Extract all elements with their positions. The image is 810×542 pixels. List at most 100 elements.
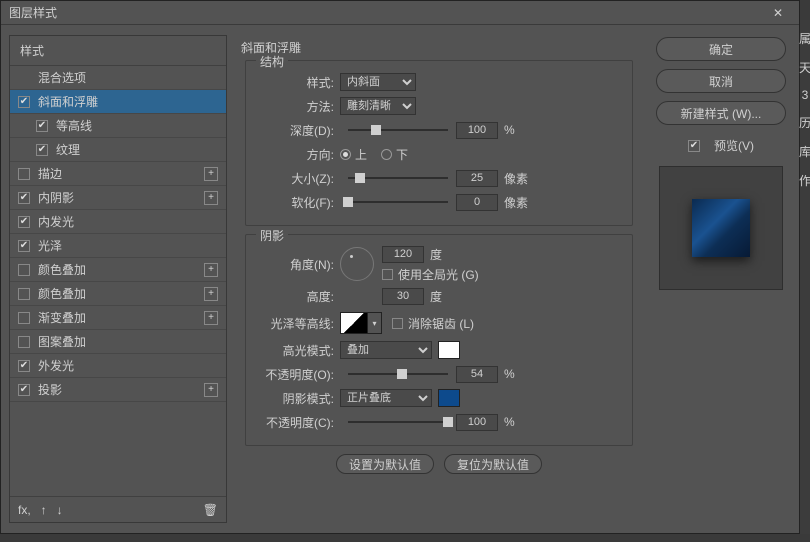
sidebar-checkbox-8[interactable] xyxy=(18,264,30,276)
angle-label: 角度(N): xyxy=(256,256,334,273)
close-button[interactable]: ✕ xyxy=(765,4,791,22)
dialog-title: 图层样式 xyxy=(9,4,765,21)
highlight-opacity-input[interactable] xyxy=(456,366,498,383)
sidebar-checkbox-10[interactable] xyxy=(18,312,30,324)
sidebar-item-2[interactable]: 等高线 xyxy=(10,114,226,138)
settings-panel: 斜面和浮雕 结构 样式: 内斜面 方法: 雕刻清晰 深度(D): % xyxy=(235,35,643,523)
global-light-checkbox[interactable] xyxy=(382,269,393,280)
sidebar-checkbox-7[interactable] xyxy=(18,240,30,252)
sidebar-label-2: 等高线 xyxy=(56,117,92,134)
method-select[interactable]: 雕刻清晰 xyxy=(340,97,416,115)
altitude-label: 高度: xyxy=(256,288,334,305)
sidebar-checkbox-11[interactable] xyxy=(18,336,30,348)
sidebar-label-11: 图案叠加 xyxy=(38,333,86,350)
size-unit: 像素 xyxy=(504,170,528,187)
sidebar-header: 样式 xyxy=(10,36,226,66)
ok-button[interactable]: 确定 xyxy=(656,37,786,61)
direction-down-label: 下 xyxy=(396,146,408,163)
sidebar-item-10[interactable]: 渐变叠加+ xyxy=(10,306,226,330)
sidebar-item-7[interactable]: 光泽 xyxy=(10,234,226,258)
sidebar-checkbox-2[interactable] xyxy=(36,120,48,132)
direction-up-label: 上 xyxy=(355,146,367,163)
shadow-opacity-unit: % xyxy=(504,415,515,429)
sidebar-item-3[interactable]: 纹理 xyxy=(10,138,226,162)
preview-thumbnail xyxy=(692,199,750,257)
sidebar-item-4[interactable]: 描边 + xyxy=(10,162,226,186)
sidebar-checkbox-9[interactable] xyxy=(18,288,30,300)
sidebar-checkbox-5[interactable] xyxy=(18,192,30,204)
sidebar-item-11[interactable]: 图案叠加 xyxy=(10,330,226,354)
cancel-button[interactable]: 取消 xyxy=(656,69,786,93)
sidebar-checkbox-4[interactable] xyxy=(18,168,30,180)
antialias-checkbox[interactable] xyxy=(392,318,403,329)
move-down-icon[interactable]: ↓ xyxy=(57,503,63,517)
angle-widget[interactable] xyxy=(340,247,374,281)
size-input[interactable] xyxy=(456,170,498,187)
sidebar-label-13: 投影 xyxy=(38,381,62,398)
sidebar-checkbox-6[interactable] xyxy=(18,216,30,228)
depth-input[interactable] xyxy=(456,122,498,139)
sidebar-checkbox-12[interactable] xyxy=(18,360,30,372)
sidebar-label-5: 内阴影 xyxy=(38,189,74,206)
move-up-icon[interactable]: ↑ xyxy=(41,503,47,517)
shadow-mode-label: 阴影模式: xyxy=(256,390,334,407)
trash-icon[interactable]: 🗑 xyxy=(203,503,218,517)
make-default-button[interactable]: 设置为默认值 xyxy=(336,454,434,474)
sidebar-item-5[interactable]: 内阴影 + xyxy=(10,186,226,210)
sidebar-label-3: 纹理 xyxy=(56,141,80,158)
reset-default-button[interactable]: 复位为默认值 xyxy=(444,454,542,474)
add-effect-icon[interactable]: + xyxy=(204,167,218,181)
shadow-opacity-label: 不透明度(C): xyxy=(256,414,334,431)
antialias-label: 消除锯齿 (L) xyxy=(408,315,474,332)
sidebar-item-9[interactable]: 颜色叠加+ xyxy=(10,282,226,306)
size-slider[interactable] xyxy=(348,177,448,179)
preview-checkbox[interactable] xyxy=(688,140,700,152)
shadow-color-swatch[interactable] xyxy=(438,389,460,407)
sidebar-checkbox-1[interactable] xyxy=(18,96,30,108)
shadow-mode-select[interactable]: 正片叠底 xyxy=(340,389,432,407)
add-effect-icon[interactable]: + xyxy=(204,311,218,325)
sidebar-label-4: 描边 xyxy=(38,165,62,182)
global-light-label: 使用全局光 (G) xyxy=(398,266,479,283)
sidebar-item-6[interactable]: 内发光 xyxy=(10,210,226,234)
add-effect-icon[interactable]: + xyxy=(204,263,218,277)
highlight-color-swatch[interactable] xyxy=(438,341,460,359)
gloss-contour-picker[interactable] xyxy=(340,312,368,334)
soften-input[interactable] xyxy=(456,194,498,211)
add-effect-icon[interactable]: + xyxy=(204,191,218,205)
sidebar-item-0[interactable]: 混合选项 xyxy=(10,66,226,90)
panel-heading: 斜面和浮雕 xyxy=(241,39,633,56)
shadow-opacity-input[interactable] xyxy=(456,414,498,431)
direction-down-radio[interactable] xyxy=(381,149,392,160)
depth-slider[interactable] xyxy=(348,129,448,131)
altitude-input[interactable] xyxy=(382,288,424,305)
sidebar-item-8[interactable]: 颜色叠加+ xyxy=(10,258,226,282)
highlight-opacity-label: 不透明度(O): xyxy=(256,366,334,383)
fx-menu[interactable]: fx, xyxy=(18,503,31,517)
add-effect-icon[interactable]: + xyxy=(204,287,218,301)
sidebar-checkbox-3[interactable] xyxy=(36,144,48,156)
style-select[interactable]: 内斜面 xyxy=(340,73,416,91)
sidebar-item-12[interactable]: 外发光 xyxy=(10,354,226,378)
soften-unit: 像素 xyxy=(504,194,528,211)
angle-input[interactable] xyxy=(382,246,424,263)
direction-up-radio[interactable] xyxy=(340,149,351,160)
soften-slider[interactable] xyxy=(348,201,448,203)
sidebar-checkbox-13[interactable] xyxy=(18,384,30,396)
gloss-contour-dropdown[interactable]: ▾ xyxy=(368,312,382,334)
depth-unit: % xyxy=(504,123,515,137)
sidebar-label-1: 斜面和浮雕 xyxy=(38,93,98,110)
sidebar-item-13[interactable]: 投影 + xyxy=(10,378,226,402)
structure-group-title: 结构 xyxy=(256,53,288,70)
depth-label: 深度(D): xyxy=(256,122,334,139)
angle-unit: 度 xyxy=(430,246,442,263)
shadow-opacity-slider[interactable] xyxy=(348,421,448,423)
new-style-button[interactable]: 新建样式 (W)... xyxy=(656,101,786,125)
preview-box xyxy=(659,166,783,290)
shading-group-title: 阴影 xyxy=(256,227,288,244)
sidebar-item-1[interactable]: 斜面和浮雕 xyxy=(10,90,226,114)
highlight-opacity-slider[interactable] xyxy=(348,373,448,375)
highlight-mode-select[interactable]: 叠加 xyxy=(340,341,432,359)
altitude-unit: 度 xyxy=(430,288,442,305)
add-effect-icon[interactable]: + xyxy=(204,383,218,397)
